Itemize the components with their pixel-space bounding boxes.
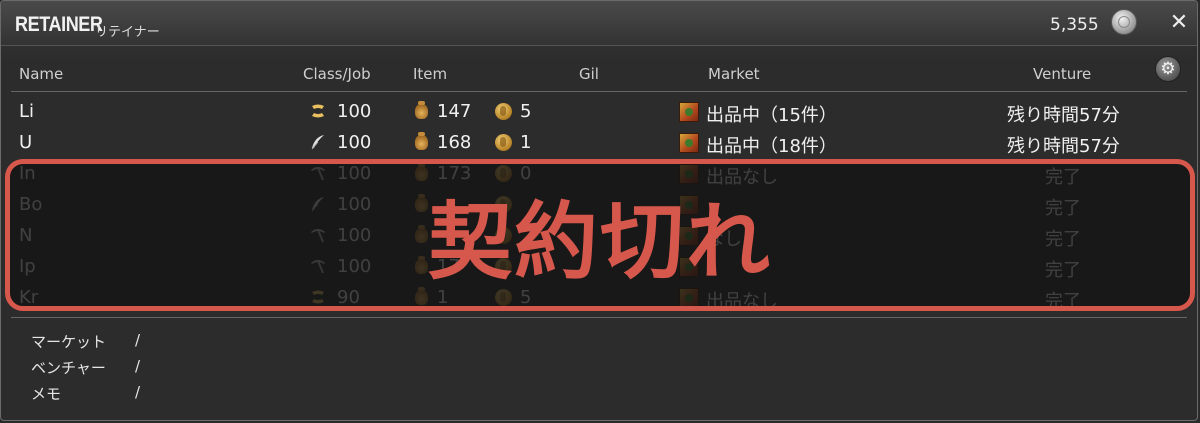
detail-venture: ベンチャー / (31, 357, 231, 383)
header-divider (11, 91, 1187, 92)
title-bar[interactable]: RETAINER リテイナー 5,355 ✕ (1, 1, 1197, 46)
gil-coin-icon (495, 134, 512, 151)
retainer-row[interactable]: U 100 168 1 出品中（18件） 残り時間57分 (1, 128, 1197, 159)
header-item: Item (413, 65, 448, 83)
detail-label: マーケット (31, 333, 107, 351)
inventory-bag-icon (415, 132, 428, 150)
expired-stamp-text: 契約切れ (427, 192, 772, 291)
header-market: Market (708, 65, 760, 83)
gil-coin-icon (1111, 9, 1137, 35)
window-title: RETAINER (15, 13, 103, 36)
detail-value: / (135, 357, 141, 375)
retainer-name: Li (19, 101, 35, 122)
retainer-items: 147 (437, 101, 472, 122)
market-icon (679, 133, 699, 153)
header-gil: Gil (579, 65, 599, 83)
retainer-venture: 残り時間57分 (1007, 136, 1120, 157)
retainer-venture: 残り時間57分 (1007, 105, 1120, 126)
retainer-gil: 5 (520, 101, 532, 122)
retainer-level: 100 (337, 132, 372, 153)
detail-value: / (135, 383, 141, 401)
retainer-details: マーケット / ベンチャー / メモ / (31, 331, 231, 409)
footer-divider (11, 317, 1187, 318)
column-headers: Name Class/Job Item Gil Market Venture (1, 65, 1197, 85)
market-icon (679, 102, 699, 122)
feather-icon (309, 133, 327, 156)
close-icon[interactable]: ✕ (1166, 10, 1192, 36)
inventory-bag-icon (415, 101, 428, 119)
header-name: Name (19, 65, 64, 83)
detail-memo: メモ / (31, 383, 231, 409)
retainer-row[interactable]: Li 100 147 5 出品中（15件） 残り時間57分 (1, 97, 1197, 128)
retainer-market: 出品中（18件） (706, 136, 837, 157)
gil-coin-icon (495, 103, 512, 120)
detail-value: / (135, 331, 141, 349)
header-class-job: Class/Job (303, 65, 371, 83)
retainer-level: 100 (337, 101, 372, 122)
gil-total: 5,355 (1050, 15, 1099, 35)
axe-icon (309, 102, 327, 125)
window-subtitle: リテイナー (95, 25, 160, 40)
retainer-gil: 1 (520, 132, 532, 153)
retainer-market: 出品中（15件） (706, 105, 837, 126)
retainer-name: U (19, 132, 33, 153)
detail-label: メモ (31, 385, 62, 403)
retainer-window: RETAINER リテイナー 5,355 ✕ ⚙ Name Class/Job … (0, 0, 1198, 421)
header-venture: Venture (1033, 65, 1092, 83)
retainer-items: 168 (437, 132, 472, 153)
detail-market: マーケット / (31, 331, 231, 357)
detail-label: ベンチャー (31, 359, 106, 377)
expired-stamp: 契約切れ (5, 159, 1195, 311)
